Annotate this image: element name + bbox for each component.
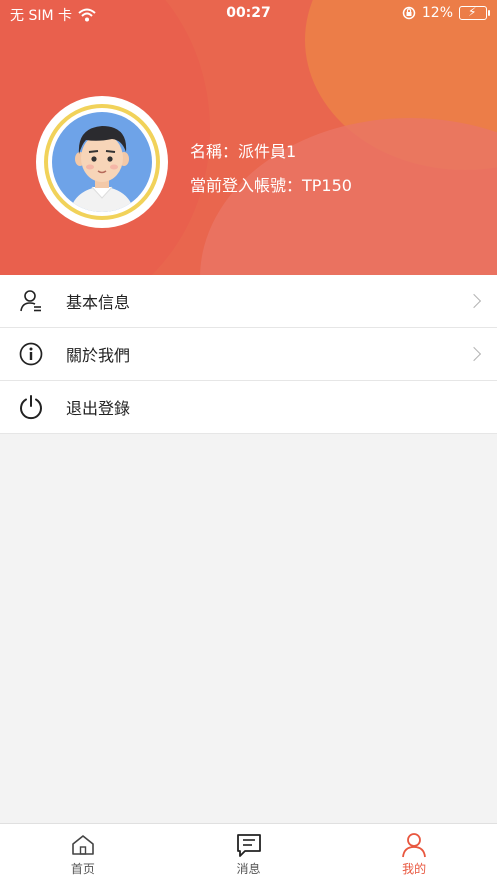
tab-label: 我的 (402, 862, 427, 876)
tab-profile[interactable]: 我的 (331, 824, 497, 884)
user-info-icon (20, 290, 41, 312)
profile-header: 无 SIM 卡 00:27 12% ⚡ 名稱：派件員1 當前登入帳號：TP150 (0, 0, 497, 275)
tab-label: 首页 (70, 862, 95, 876)
chevron-right-icon (466, 293, 482, 309)
tab-home[interactable]: 首页 (0, 824, 166, 884)
tab-label: 消息 (236, 862, 261, 876)
menu-item-label: 基本信息 (66, 293, 131, 312)
charging-icon: ⚡ (468, 5, 477, 19)
avatar-image (52, 112, 152, 212)
power-icon (20, 395, 42, 420)
message-icon (236, 834, 261, 857)
info-icon (19, 342, 43, 366)
battery-percent: 12% (421, 5, 453, 21)
user-account: 當前登入帳號：TP150 (190, 176, 352, 195)
status-bar: 无 SIM 卡 00:27 12% ⚡ (0, 0, 497, 26)
tab-bar: 首页 消息 我的 (0, 823, 497, 884)
menu-item-logout[interactable]: 退出登錄 (0, 381, 497, 434)
menu-item-about-us[interactable]: 關於我們 (0, 328, 497, 381)
profile-menu: 基本信息 關於我們 退出登錄 (0, 275, 497, 434)
user-name: 名稱：派件員1 (190, 142, 297, 161)
tab-messages[interactable]: 消息 (166, 824, 332, 884)
orientation-lock-icon (402, 6, 416, 20)
menu-item-label: 退出登錄 (66, 399, 131, 418)
battery-icon: ⚡ (459, 5, 490, 20)
menu-item-label: 關於我們 (66, 346, 131, 365)
profile-icon (402, 833, 427, 858)
avatar[interactable] (36, 96, 168, 228)
menu-item-basic-info[interactable]: 基本信息 (0, 275, 497, 328)
chevron-right-icon (466, 346, 482, 362)
home-icon (72, 835, 94, 855)
